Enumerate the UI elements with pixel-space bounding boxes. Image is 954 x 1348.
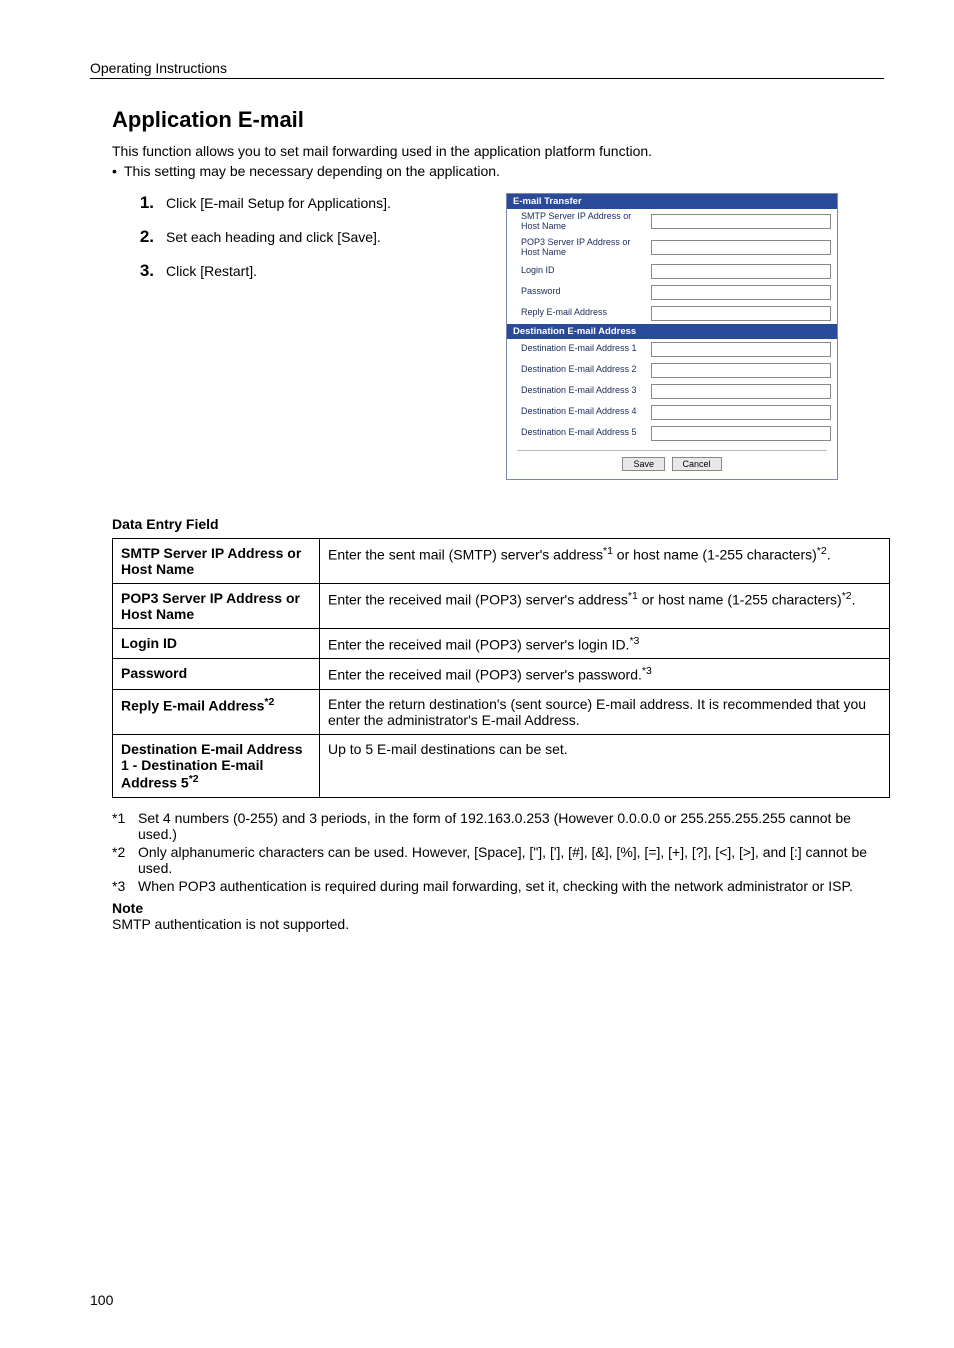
field-desc: Enter the return destination's (sent sou… — [320, 689, 890, 734]
dest1-input[interactable] — [651, 342, 831, 357]
step-text: Click [E-mail Setup for Applications]. — [166, 195, 391, 211]
panel-header-destination: Destination E-mail Address — [507, 324, 837, 339]
reply-input[interactable] — [651, 306, 831, 321]
page-number: 100 — [90, 1292, 113, 1308]
field-desc: Enter the received mail (POP3) server's … — [320, 659, 890, 690]
table-row: Login ID Enter the received mail (POP3) … — [113, 628, 890, 659]
step-1: 1. Click [E-mail Setup for Applications]… — [126, 193, 506, 213]
field-desc: Up to 5 E-mail destinations can be set. — [320, 734, 890, 797]
login-label: Login ID — [513, 266, 651, 276]
field-name: SMTP Server IP Address or Host Name — [113, 538, 320, 583]
field-name: Login ID — [113, 628, 320, 659]
dest5-input[interactable] — [651, 426, 831, 441]
note-heading: Note — [112, 900, 884, 916]
dest4-label: Destination E-mail Address 4 — [513, 407, 651, 417]
dest2-label: Destination E-mail Address 2 — [513, 365, 651, 375]
field-desc: Enter the received mail (POP3) server's … — [320, 628, 890, 659]
cancel-button[interactable]: Cancel — [672, 457, 722, 471]
dest1-label: Destination E-mail Address 1 — [513, 344, 651, 354]
section-bullet: •This setting may be necessary depending… — [112, 163, 884, 179]
save-button[interactable]: Save — [622, 457, 665, 471]
field-name: POP3 Server IP Address or Host Name — [113, 583, 320, 628]
field-name: Reply E-mail Address*2 — [113, 689, 320, 734]
step-3: 3. Click [Restart]. — [126, 261, 506, 281]
step-number: 1. — [126, 193, 154, 213]
field-name: Destination E-mail Address 1 - Destinati… — [113, 734, 320, 797]
panel-header-transfer: E-mail Transfer — [507, 194, 837, 209]
settings-panel: E-mail Transfer SMTP Server IP Address o… — [506, 193, 838, 480]
footnote-2: *2 Only alphanumeric characters can be u… — [112, 844, 884, 876]
footnote-1: *1 Set 4 numbers (0-255) and 3 periods, … — [112, 810, 884, 842]
pop3-input[interactable] — [651, 240, 831, 255]
note-text: SMTP authentication is not supported. — [112, 916, 884, 932]
pop3-label: POP3 Server IP Address or Host Name — [513, 238, 651, 258]
table-row: SMTP Server IP Address or Host Name Ente… — [113, 538, 890, 583]
step-number: 2. — [126, 227, 154, 247]
step-number: 3. — [126, 261, 154, 281]
reply-label: Reply E-mail Address — [513, 308, 651, 318]
table-row: POP3 Server IP Address or Host Name Ente… — [113, 583, 890, 628]
table-row: Reply E-mail Address*2 Enter the return … — [113, 689, 890, 734]
login-input[interactable] — [651, 264, 831, 279]
password-label: Password — [513, 287, 651, 297]
dest4-input[interactable] — [651, 405, 831, 420]
table-row: Password Enter the received mail (POP3) … — [113, 659, 890, 690]
field-desc: Enter the received mail (POP3) server's … — [320, 583, 890, 628]
footnotes: *1 Set 4 numbers (0-255) and 3 periods, … — [112, 810, 884, 894]
smtp-input[interactable] — [651, 214, 831, 229]
section-title: Application E-mail — [112, 107, 884, 133]
section-intro: This function allows you to set mail for… — [112, 143, 884, 159]
running-header: Operating Instructions — [90, 60, 227, 76]
password-input[interactable] — [651, 285, 831, 300]
bullet-text: This setting may be necessary depending … — [124, 163, 500, 179]
dest5-label: Destination E-mail Address 5 — [513, 428, 651, 438]
data-entry-label: Data Entry Field — [112, 516, 884, 532]
step-2: 2. Set each heading and click [Save]. — [126, 227, 506, 247]
step-text: Click [Restart]. — [166, 263, 257, 279]
data-entry-table: SMTP Server IP Address or Host Name Ente… — [112, 538, 890, 798]
field-name: Password — [113, 659, 320, 690]
footnote-3: *3 When POP3 authentication is required … — [112, 878, 884, 894]
step-text: Set each heading and click [Save]. — [166, 229, 381, 245]
dest2-input[interactable] — [651, 363, 831, 378]
field-desc: Enter the sent mail (SMTP) server's addr… — [320, 538, 890, 583]
dest3-input[interactable] — [651, 384, 831, 399]
dest3-label: Destination E-mail Address 3 — [513, 386, 651, 396]
table-row: Destination E-mail Address 1 - Destinati… — [113, 734, 890, 797]
smtp-label: SMTP Server IP Address or Host Name — [513, 212, 651, 232]
